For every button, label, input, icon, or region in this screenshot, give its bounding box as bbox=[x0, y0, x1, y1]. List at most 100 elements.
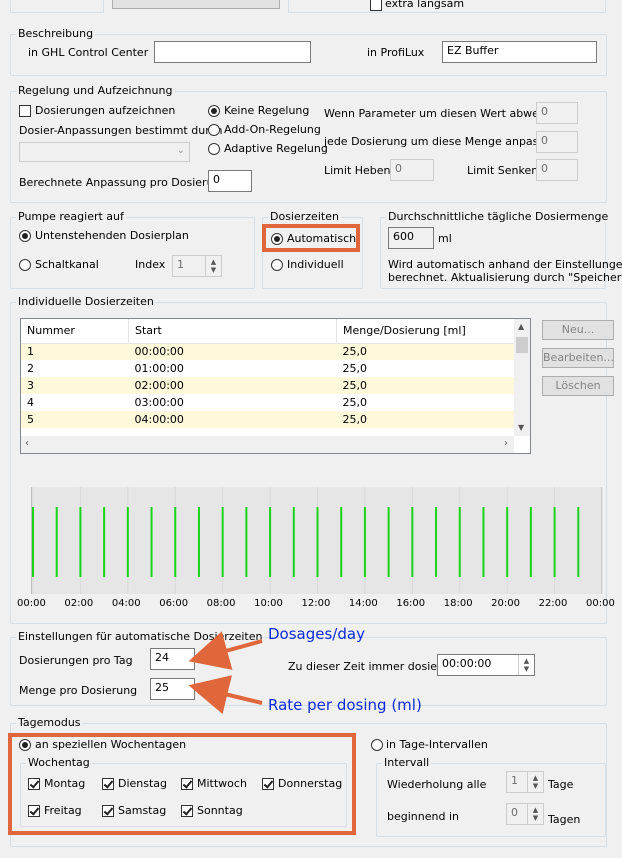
index-label: Index bbox=[135, 258, 166, 271]
weekdays-highlight bbox=[8, 733, 356, 835]
cell-amount: 25,0 bbox=[342, 413, 368, 426]
radio-switch-channel[interactable] bbox=[19, 259, 31, 271]
daily-amount-unit: ml bbox=[438, 232, 452, 245]
extra-slow-checkbox[interactable] bbox=[370, 0, 382, 11]
dosing-table-grid: Nummer Start Menge/Dosierung [ml] 1 00:0… bbox=[21, 319, 515, 428]
start-stepper-arrows[interactable]: ▲ ▼ bbox=[527, 804, 543, 824]
dosing-times-legend: Dosierzeiten bbox=[268, 210, 341, 223]
limit-up-label: Limit Heben bbox=[324, 164, 391, 177]
per-day-input[interactable]: 24 bbox=[150, 648, 195, 670]
repeat-unit: Tage bbox=[548, 778, 574, 791]
intervals-label: in Tage-Intervallen bbox=[386, 738, 488, 751]
cell-amount: 25,0 bbox=[342, 379, 368, 392]
always-dose-time-stepper[interactable]: ▲ ▼ bbox=[518, 655, 534, 675]
scroll-thumb[interactable] bbox=[516, 337, 528, 353]
timeline-tick-label: 14:00 bbox=[348, 598, 378, 609]
table-row[interactable]: 1 00:00:00 25,0 bbox=[21, 343, 515, 360]
timeline-tick-label: 16:00 bbox=[396, 598, 426, 609]
table-row[interactable]: 4 03:00:00 25,0 bbox=[21, 394, 515, 411]
daily-amount-legend: Durchschnittliche tägliche Dosiermenge bbox=[386, 210, 611, 223]
amount-label: Menge pro Dosierung bbox=[19, 684, 138, 697]
profilux-label: in ProfiLux bbox=[367, 46, 425, 59]
scroll-up-icon[interactable]: ▲ bbox=[518, 322, 524, 331]
chevron-down-icon: ⌄ bbox=[176, 145, 185, 156]
amount-input[interactable]: 25 bbox=[150, 678, 195, 700]
timeline-tick-label: 00:00 bbox=[17, 598, 46, 609]
radio-individual[interactable] bbox=[271, 259, 283, 271]
new-button[interactable]: Neu... bbox=[542, 320, 614, 340]
timeline-tick-label: 22:00 bbox=[538, 598, 568, 609]
cell-start: 00:00:00 bbox=[134, 345, 184, 359]
calc-adjust-label: Berechnete Anpassung pro Dosierung: bbox=[19, 176, 232, 189]
cell-start: 04:00:00 bbox=[134, 413, 184, 426]
param-deviation-input[interactable]: 0 bbox=[536, 102, 578, 124]
auto-settings-legend: Einstellungen für automatische Dosierzei… bbox=[16, 630, 265, 643]
cell-start: 02:00:00 bbox=[134, 379, 184, 392]
repeat-label: Wiederholung alle bbox=[387, 778, 487, 791]
param-deviation-label: Wenn Parameter um diesen Wert abweicht bbox=[324, 107, 560, 120]
scroll-down-icon[interactable]: ▼ bbox=[518, 423, 524, 432]
interval-legend: Intervall bbox=[382, 756, 432, 769]
cell-start: 01:00:00 bbox=[134, 362, 184, 375]
dosages-annotation: Dosages/day bbox=[268, 625, 365, 643]
daily-note-line1: Wird automatisch anhand der Einstellunge… bbox=[388, 258, 622, 271]
record-dosing-checkbox[interactable] bbox=[19, 105, 31, 117]
addon-regulation-label: Add-On-Regelung bbox=[224, 123, 321, 136]
ghl-label: in GHL Control Center bbox=[28, 46, 149, 59]
always-dose-label: Zu dieser Zeit immer dosieren: bbox=[288, 660, 459, 673]
adjust-amount-input[interactable]: 0 bbox=[536, 131, 578, 153]
regelung-legend: Regelung und Aufzeichnung bbox=[16, 84, 175, 97]
table-row[interactable]: 2 01:00:00 25,0 bbox=[21, 360, 515, 377]
record-dosing-label: Dosierungen aufzeichnen bbox=[35, 104, 176, 117]
cell-amount: 25,0 bbox=[342, 362, 368, 375]
timeline-tick-labels: 00:00 02:00 04:00 06:00 08:00 10:00 12:00 14:00… bbox=[0, 598, 622, 612]
radio-dosing-plan[interactable] bbox=[19, 230, 31, 242]
timeline-tick-label: 04:00 bbox=[111, 598, 141, 609]
individual-times-legend: Individuelle Dosierzeiten bbox=[16, 295, 156, 308]
scroll-right-icon[interactable]: › bbox=[504, 438, 508, 449]
col-header-start[interactable]: Start bbox=[128, 319, 337, 344]
table-row[interactable]: 5 04:00:00 25,0 bbox=[21, 411, 515, 428]
pump-reacts-legend: Pumpe reagiert auf bbox=[16, 210, 126, 223]
col-header-number[interactable]: Nummer bbox=[21, 319, 129, 344]
timeline-tick-label: 12:00 bbox=[301, 598, 331, 609]
table-vertical-scrollbar[interactable]: ▲ ▼ bbox=[514, 319, 530, 436]
adaptive-regulation-label: Adaptive Regelung bbox=[224, 142, 328, 155]
no-regulation-label: Keine Regelung bbox=[224, 104, 310, 117]
timeline-svg bbox=[32, 487, 603, 594]
beschreibung-legend: Beschreibung bbox=[16, 27, 96, 40]
repeat-stepper-arrows[interactable]: ▲ ▼ bbox=[527, 772, 543, 792]
cell-number: 1 bbox=[27, 345, 34, 359]
timeline-tick-label: 20:00 bbox=[491, 598, 520, 609]
edit-button[interactable]: Bearbeiten... bbox=[542, 348, 614, 368]
timeline-tick-label: 08:00 bbox=[206, 598, 236, 609]
automatic-highlight bbox=[262, 224, 360, 252]
radio-intervals[interactable] bbox=[371, 739, 383, 751]
limit-down-input[interactable]: 0 bbox=[536, 159, 578, 181]
cell-amount: 25,0 bbox=[342, 396, 368, 409]
col-header-amount[interactable]: Menge/Dosierung [ml] bbox=[336, 319, 515, 344]
limit-up-input[interactable]: 0 bbox=[390, 159, 434, 181]
cell-start: 03:00:00 bbox=[134, 396, 184, 409]
daily-amount-value: 600 bbox=[388, 227, 434, 249]
timeline-tick-label: 06:00 bbox=[159, 598, 189, 609]
timeline-tick-label: 10:00 bbox=[254, 598, 283, 609]
cell-number: 2 bbox=[27, 362, 34, 375]
radio-addon-regulation[interactable] bbox=[208, 124, 220, 136]
dosing-table: Nummer Start Menge/Dosierung [ml] 1 00:0… bbox=[20, 318, 531, 454]
delete-button[interactable]: Löschen bbox=[542, 376, 614, 396]
table-horizontal-scrollbar[interactable]: ‹ › bbox=[21, 436, 514, 453]
amount-unit: ml bbox=[200, 684, 214, 697]
radio-adaptive-regulation[interactable] bbox=[208, 143, 220, 155]
switch-channel-label: Schaltkanal bbox=[35, 258, 99, 271]
cell-amount: 25,0 bbox=[342, 345, 368, 359]
scroll-left-icon[interactable]: ‹ bbox=[25, 438, 29, 449]
table-row[interactable]: 3 02:00:00 25,0 bbox=[21, 377, 515, 394]
cell-number: 5 bbox=[27, 413, 34, 426]
profilux-name-input[interactable]: EZ Buffer bbox=[442, 41, 597, 63]
ghl-name-input[interactable] bbox=[154, 41, 311, 63]
determined-by-select[interactable]: ⌄ bbox=[19, 142, 190, 162]
index-stepper-arrows[interactable]: ▲ ▼ bbox=[205, 256, 221, 276]
top-partial-button[interactable] bbox=[112, 0, 280, 9]
radio-no-regulation[interactable] bbox=[208, 105, 220, 117]
